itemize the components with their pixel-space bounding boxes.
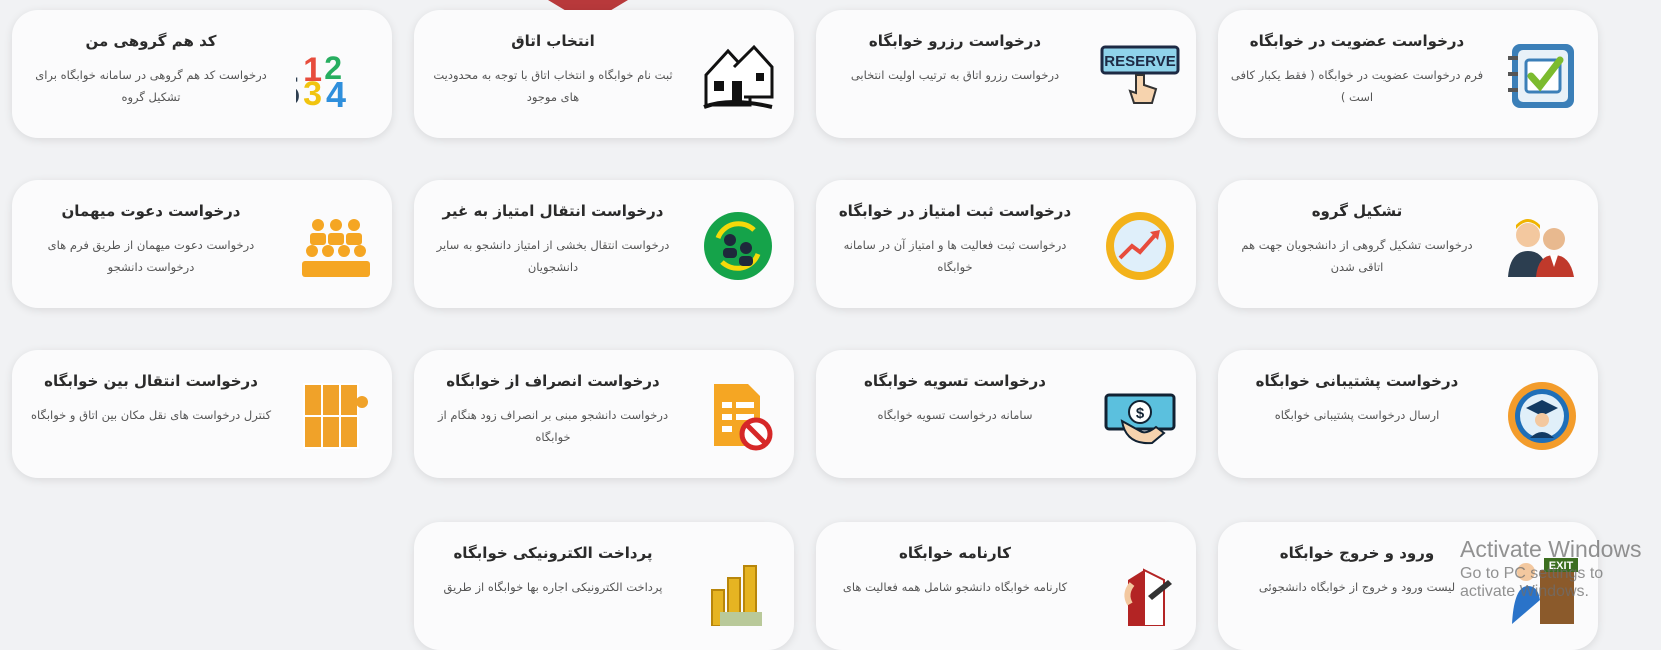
card-title: درخواست انتقال امتیاز به غیر [442, 202, 664, 220]
card-dorm-membership[interactable]: درخواست عضویت در خوابگاه فرم درخواست عضو… [1218, 10, 1598, 138]
card-e-payment[interactable]: پرداخت الکترونیکی خوابگاه پرداخت الکترون… [414, 522, 794, 650]
card-title: درخواست ثبت امتیاز در خوابگاه [838, 202, 1072, 220]
card-invite-guest[interactable]: درخواست دعوت میهمان درخواست دعوت میهمان … [12, 180, 392, 308]
card-description: درخواست انتقال بخشی از امتیاز دانشجو به … [436, 238, 670, 274]
card-room-selection[interactable]: انتخاب اتاق ثبت نام خوابگاه و انتخاب اتا… [414, 10, 794, 138]
card-description: فرم درخواست عضویت در خوابگاه ( فقط یکبار… [1230, 68, 1484, 104]
card-settlement[interactable]: $ درخواست تسویه خوابگاه سامانه درخواست ت… [816, 350, 1196, 478]
card-title: تشکیل گروه [1311, 202, 1403, 220]
card-register-points[interactable]: درخواست ثبت امتیاز در خوابگاه درخواست ثب… [816, 180, 1196, 308]
guests-icon [294, 204, 378, 288]
card-description: درخواست دانشجو مبنی بر انصراف زود هنگام … [437, 408, 669, 444]
card-title: درخواست رزرو خوابگاه [868, 32, 1042, 50]
lockers-key-icon [294, 374, 378, 458]
growth-chart-icon [1098, 204, 1182, 288]
card-title: درخواست عضویت در خوابگاه [1249, 32, 1465, 50]
card-group-code[interactable]: 5 1 3 2 4 کد هم گروهی من درخواست کد هم گ… [12, 10, 392, 138]
card-description: درخواست دعوت میهمان از طریق فرم های درخو… [47, 238, 255, 274]
card-dorm-transfer[interactable]: درخواست انتقال بین خوابگاه کنترل درخواست… [12, 350, 392, 478]
card-title: کارنامه خوابگاه [898, 544, 1012, 562]
card-title: درخواست پشتیبانی خوابگاه [1255, 372, 1459, 390]
card-description: ثبت نام خوابگاه و انتخاب اتاق با توجه به… [433, 68, 673, 104]
card-description: لیست ورود و خروج از خوابگاه دانشجوئی [1258, 580, 1456, 594]
form-check-icon [1500, 34, 1584, 118]
card-title: ورود و خروج خوابگاه [1279, 544, 1435, 562]
card-form-group[interactable]: تشکیل گروه درخواست تشکیل گروهی از دانشجو… [1218, 180, 1598, 308]
watermark-subtitle: Go to PC settings to activate Windows. [1460, 565, 1604, 600]
card-description: کارنامه خوابگاه دانشجو شامل همه فعالیت ه… [842, 580, 1068, 594]
card-description: درخواست ثبت فعالیت ها و امتیاز آن در سام… [843, 238, 1067, 274]
svg-text:3: 3 [303, 75, 322, 111]
money-hand-icon: $ [1098, 374, 1182, 458]
svg-text:$: $ [1136, 405, 1145, 422]
card-dorm-reserve[interactable]: RESERVE درخواست رزرو خوابگاه درخواست رزر… [816, 10, 1196, 138]
card-description: درخواست کد هم گروهی در سامانه خوابگاه بر… [35, 68, 267, 104]
card-title: پرداخت الکترونیکی خوابگاه [453, 544, 653, 562]
group-people-icon [1500, 204, 1584, 288]
card-description: درخواست رزرو اتاق به ترتیب اولیت انتخابی [850, 68, 1060, 82]
coins-money-icon [696, 546, 780, 630]
transfer-users-icon [696, 204, 780, 288]
card-title: کد هم گروهی من [85, 32, 217, 50]
card-title: انتخاب اتاق [511, 32, 595, 50]
card-report[interactable]: کارنامه خوابگاه کارنامه خوابگاه دانشجو ش… [816, 522, 1196, 650]
numbers-icon: 5 1 3 2 4 [294, 34, 378, 118]
reserve-button-icon: RESERVE [1098, 34, 1182, 118]
card-description: پرداخت الکترونیکی اجاره بها خوابگاه از ط… [443, 580, 663, 594]
card-description: ارسال درخواست پشتیبانی خوابگاه [1274, 408, 1440, 422]
graduate-support-icon [1500, 374, 1584, 458]
card-title: درخواست انصراف از خوابگاه [446, 372, 660, 390]
card-description: سامانه درخواست تسویه خوابگاه [877, 408, 1033, 422]
windows-activation-watermark: Activate Windows Go to PC settings to ac… [1460, 536, 1661, 601]
svg-text:5: 5 [296, 70, 300, 111]
card-title: درخواست انتقال بین خوابگاه [44, 372, 258, 390]
houses-icon [696, 34, 780, 118]
report-book-icon [1098, 546, 1182, 630]
reserve-label: RESERVE [1104, 53, 1175, 70]
svg-text:4: 4 [326, 74, 346, 111]
card-title: درخواست دعوت میهمان [61, 202, 241, 220]
card-description: کنترل درخواست های نقل مکان بین اتاق و خو… [30, 408, 272, 422]
card-title: درخواست تسویه خوابگاه [864, 372, 1046, 390]
card-dorm-support[interactable]: درخواست پشتیبانی خوابگاه ارسال درخواست پ… [1218, 350, 1598, 478]
card-description: درخواست تشکیل گروهی از دانشجویان جهت هم … [1241, 238, 1473, 274]
card-withdrawal[interactable]: درخواست انصراف از خوابگاه درخواست دانشجو… [414, 350, 794, 478]
watermark-title: Activate Windows [1460, 536, 1642, 562]
cancel-document-icon [696, 374, 780, 458]
card-transfer-points[interactable]: درخواست انتقال امتیاز به غیر درخواست انت… [414, 180, 794, 308]
